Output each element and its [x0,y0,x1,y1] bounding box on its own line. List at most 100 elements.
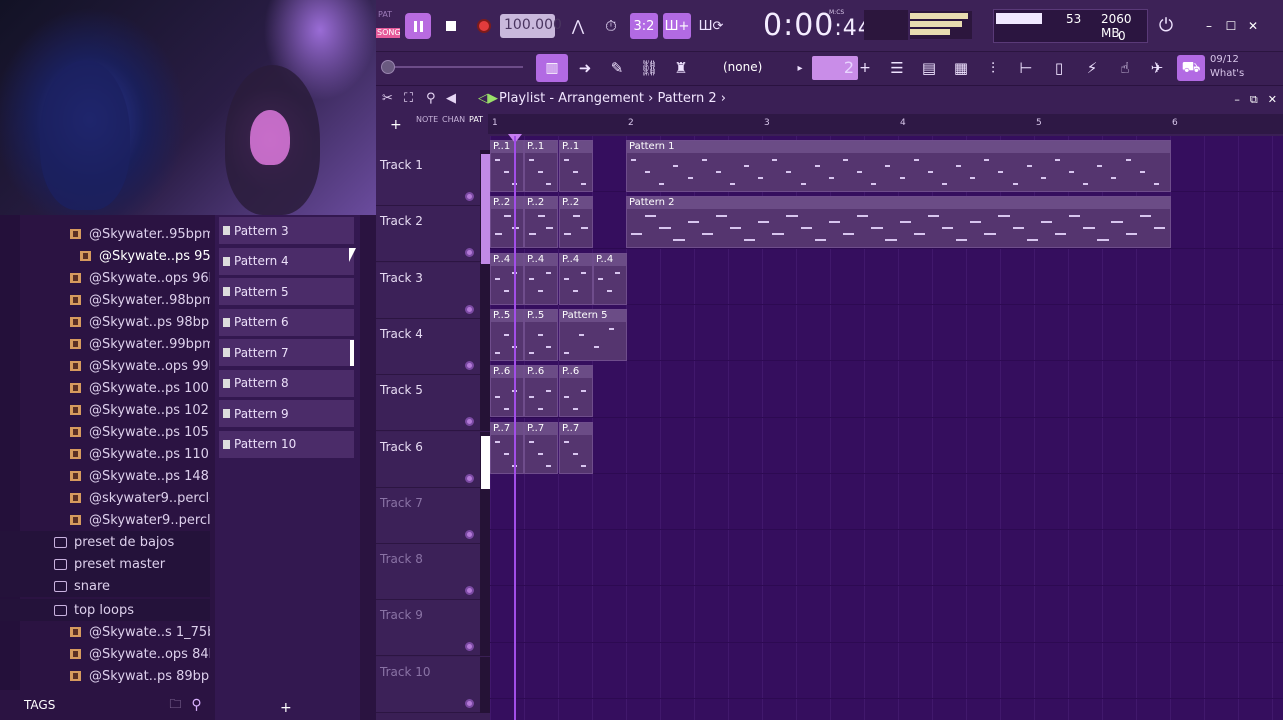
track-header[interactable]: Track 8 [376,544,490,601]
playlist-clip[interactable]: P..4 [593,252,627,305]
playlist-clip[interactable]: P..7 [524,421,558,474]
tags-label[interactable]: TAGS [24,698,55,712]
pattern-item[interactable]: Pattern 3 [219,217,354,244]
track-mute-icon[interactable] [465,417,474,427]
browser-file[interactable]: @Skywate..ps 102bpm [0,399,210,421]
browser-folder[interactable]: snare [0,575,210,597]
playlist-clip[interactable]: Pattern 1 [626,140,1171,192]
pattern-item[interactable]: Pattern 6 [219,308,354,336]
countdown-icon[interactable]: 3:2 [630,13,658,39]
folder-icon[interactable]: 🗀 [169,695,181,716]
pattern-number[interactable]: 2 [812,56,858,80]
pattern-item[interactable]: Pattern 4 [219,247,354,275]
loop-marker[interactable] [481,154,490,264]
pat-label[interactable]: PAT [376,10,400,20]
track-header[interactable]: Track 3 [376,262,490,319]
playlist-clip[interactable]: P..7 [490,421,524,474]
browser-file[interactable]: @Skywate..ps 148bpm [0,465,210,487]
channel-rack-icon[interactable]: ▦ [948,55,974,81]
track-header[interactable]: Track 4 [376,318,490,375]
piano-roll-window-icon[interactable]: ▤ [916,55,942,81]
pattern-item[interactable]: Pattern 10 [219,430,354,458]
record-button[interactable] [471,13,497,39]
minimize-icon[interactable]: – [1201,18,1217,34]
track-mute-icon[interactable] [465,698,474,708]
arrow-right-icon[interactable]: ➜ [572,55,598,81]
browser-file[interactable]: @Skywate..ops 99bpm [0,355,210,377]
playlist-clip[interactable]: P..7 [559,421,593,474]
playlist-clip[interactable]: P..6 [524,365,558,418]
pattern-scroll-thumb[interactable] [350,340,354,366]
playlist-clip[interactable]: P..2 [524,196,558,249]
browser-folder[interactable]: preset de bajos [0,531,210,553]
add-pattern-icon[interactable]: + [858,57,872,79]
track-mute-icon[interactable] [465,642,474,652]
browser-file[interactable]: @Skywate..ps 95bpm [0,245,210,267]
track-mute-icon[interactable] [465,473,474,483]
track-header[interactable]: Track 6 [376,431,490,488]
browser-file[interactable]: @Skywate..ops 96bpm [0,267,210,289]
pattern-item[interactable]: Pattern 5 [219,278,354,305]
stop-button[interactable] [438,13,464,39]
close-icon[interactable]: ✕ [1245,18,1261,34]
step-edit-icon[interactable]: Ш+ [663,13,691,39]
browser-file[interactable]: @Skywate..ps 105bpm [0,421,210,443]
wait-input-icon[interactable]: ⏱ [597,14,625,38]
pause-button[interactable] [405,13,431,39]
browser-file[interactable]: @Skywater..99bpm (2) [0,333,210,355]
track-mute-icon[interactable] [465,248,474,258]
speaker-icon[interactable]: ◀ [446,91,456,106]
news-panel[interactable]: 09/12 What's [1210,53,1244,81]
song-position-clock[interactable]: 0:00:44 [763,8,873,43]
track-header[interactable]: Track 1 [376,150,490,206]
slider-knob[interactable] [381,60,395,74]
track-mute-icon[interactable] [465,529,474,539]
search-icon[interactable]: ⚲ [191,697,201,713]
tempo-field[interactable]: 100.000 [500,14,562,38]
add-pattern-button[interactable]: + [280,700,292,716]
playlist-icon[interactable]: ☰ [884,55,910,81]
playlist-clip[interactable]: P..5 [524,308,558,361]
track-header[interactable]: Track 10 [376,656,490,713]
song-label[interactable]: SONG [376,28,401,38]
pattern-prev-icon[interactable]: ▸ [793,57,807,79]
playlist-clip[interactable]: P..1 [559,140,593,192]
browser-file[interactable]: @Skywate..ops 84bpm [0,643,210,665]
tab-pat[interactable]: PAT [469,115,483,124]
playlist-clip[interactable]: P..6 [559,365,593,418]
metronome-icon[interactable]: ⋀ [565,14,591,38]
minimize-icon[interactable]: – [1234,93,1240,107]
maximize-icon[interactable]: ☐ [1223,18,1239,34]
brush-icon[interactable]: ✎ [604,55,630,81]
pattern-selector[interactable]: (none) [719,58,791,78]
playlist-clip[interactable]: P..2 [559,196,593,249]
track-header[interactable]: Track 5 [376,375,490,432]
browser-file[interactable]: @Skywater..95bpm (2) [0,223,210,245]
playlist-clip[interactable]: Pattern 5 [559,308,627,361]
track-mute-icon[interactable] [465,192,474,201]
mixer-icon[interactable]: ⫶ [980,55,1006,81]
browser-tree-icon[interactable]: ⊢ [1013,55,1039,81]
maximize-icon[interactable]: ⧉ [1250,93,1258,107]
playlist-clip[interactable]: P..5 [490,308,524,361]
play-arrangement-icon[interactable]: ◁▶ [478,91,498,106]
track-mute-icon[interactable] [465,360,474,370]
browser-file[interactable]: @Skywat..ps 89bpm★ [0,665,210,687]
pattern-item[interactable]: Pattern 8 [219,369,354,397]
pattern-scroll[interactable] [360,215,376,720]
browser-file[interactable]: @Skywat..ps 98bpm★ [0,311,210,333]
loop-record-icon[interactable]: Ш⟳ [697,14,725,38]
pattern-item[interactable]: Pattern 9 [219,400,354,427]
browser-file[interactable]: @Skywate..s 1_75bpm [0,621,210,643]
add-track-icon[interactable]: + [390,117,402,133]
main-volume-slider[interactable] [381,60,526,74]
browser-file[interactable]: @skywater9..perclcoops [0,487,210,509]
track-header[interactable]: Track 9 [376,600,490,657]
touch-icon[interactable]: ☝ [1112,55,1138,81]
piano-roll-icon[interactable]: ▥ [536,54,568,82]
track-header[interactable]: Track 7 [376,487,490,544]
selection-marker[interactable] [481,436,490,489]
playlist-clip[interactable]: P..1 [490,140,524,192]
playlist-clip[interactable]: P..1 [524,140,558,192]
playlist-options-icon[interactable]: ✂ [382,91,393,106]
